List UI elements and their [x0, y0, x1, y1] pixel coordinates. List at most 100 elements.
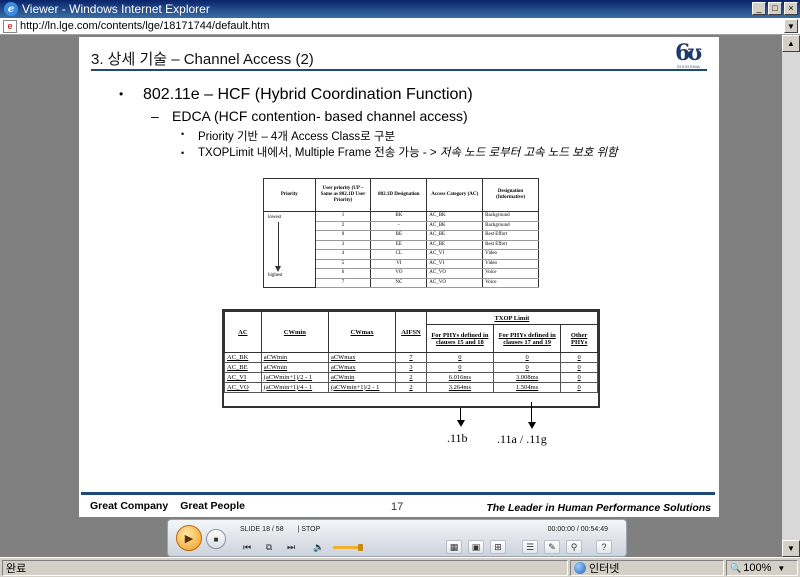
logo-mark: 6ʊ	[675, 40, 702, 66]
table-cell: Best Effort	[482, 230, 539, 241]
scroll-down-arrow-icon[interactable]: ▼	[782, 540, 800, 557]
table-header: For PHYs defined in clauses 15 and 18	[425, 324, 495, 353]
playback-time: 00:00:00 / 00:54:49	[547, 525, 608, 533]
close-button[interactable]: ×	[784, 2, 798, 15]
slide-counter: SLIDE 18 / 58	[240, 525, 284, 533]
window-titlebar: e Viewer - Windows Internet Explorer _ □…	[0, 0, 800, 18]
maximize-button[interactable]: □	[768, 2, 782, 15]
previous-icon[interactable]: ⏮	[240, 540, 254, 554]
table-cell: AC_BE	[426, 240, 484, 250]
slide-title: 3. 상세 기술 – Channel Access (2)	[91, 51, 314, 68]
player-display: SLIDE 18 / 58 | STOP 00:00:00 / 00:54:49	[236, 523, 620, 535]
zoom-control[interactable]: 🔍 100% ▼	[726, 560, 798, 576]
table-cell: aCWmin	[260, 362, 329, 373]
stop-button[interactable]: ■	[206, 529, 226, 549]
table-cell: CL	[370, 249, 428, 260]
page-number: 17	[391, 501, 404, 513]
table-cell: Best Effort	[482, 240, 539, 250]
list-icon[interactable]: ☰	[522, 540, 538, 554]
table-cell: VI	[370, 259, 428, 269]
table-header: 802.1D Designation	[370, 178, 428, 212]
table-cell: AC_VO	[426, 278, 484, 288]
table-cell: AC_BE	[224, 362, 262, 373]
table-cell: Background	[482, 221, 539, 231]
table-header: Other PHYs	[560, 324, 598, 353]
scroll-up-arrow-icon[interactable]: ▲	[782, 35, 800, 52]
presentation-slide: 3. 상세 기술 – Channel Access (2) 6ʊ SIXSIGM…	[79, 37, 719, 517]
table-cell: 6	[314, 268, 372, 279]
table-header: Access Category (AC)	[426, 178, 484, 212]
priority-arrow	[278, 222, 279, 270]
table-cell: 0	[425, 362, 495, 373]
table-cell: 6.016ms	[425, 372, 495, 383]
zoom-icon: 🔍	[730, 562, 742, 573]
annotation-11a-11g: .11a / .11g	[497, 432, 547, 446]
table-cell: aCWmax	[327, 352, 397, 363]
table-row: AC_VO (aCWmin+1)/4 - 1 (aCWmin+1)/2 - 1 2 3.…	[224, 382, 598, 393]
footer-slogan-part: Great People	[180, 500, 245, 512]
table-cell: Video	[482, 249, 539, 260]
title-divider	[91, 69, 707, 71]
zone-label: 인터넷	[589, 563, 620, 575]
table-cell: 2	[395, 372, 427, 383]
bullet-level3: • TXOPLimit 내에서, Multiple Frame 전송 가능 - …	[181, 147, 681, 160]
thumbnail-icon[interactable]: ▦	[446, 540, 462, 554]
zoom-level[interactable]: 100%	[743, 562, 771, 574]
grid-icon[interactable]: ⊞	[490, 540, 506, 554]
six-sigma-logo: 6ʊ SIXSIGMA	[675, 40, 709, 69]
table-cell: AC_VI	[426, 249, 484, 260]
bullet-text: 802.11e – HCF (Hybrid Coordination Funct…	[143, 86, 473, 103]
arrow-down-icon	[528, 422, 536, 429]
table-header: For PHYs defined in clauses 17 and 19	[492, 324, 562, 353]
table-cell: AC_BK	[224, 352, 262, 363]
address-dropdown-button[interactable]: ▼	[784, 19, 798, 33]
volume-slider[interactable]	[333, 546, 361, 549]
table-cell: 0	[560, 382, 598, 393]
table-cell: BE	[370, 230, 428, 241]
table-row: lowest highest 1 BK AC_BK Background	[263, 211, 539, 288]
bullet-level3: • Priority 기반 – 4개 Access Class로 구분	[181, 128, 395, 144]
bullet-marker: •	[181, 129, 185, 139]
bullet-text-plain: TXOPLimit 내에서, Multiple Frame 전송 가능 - >	[198, 147, 440, 159]
status-text: 완료	[2, 560, 568, 576]
url-text[interactable]: http://ln.lge.com/contents/lge/18171744/…	[20, 20, 270, 32]
volume-slider-handle[interactable]	[358, 544, 363, 551]
search-icon[interactable]: ⚲	[566, 540, 582, 554]
copy-icon[interactable]: ⧉	[262, 540, 276, 554]
arrow-down-icon	[457, 420, 465, 427]
table-cell: 0	[560, 362, 598, 373]
table-cell: 0	[560, 352, 598, 363]
footer-tagline: The Leader in Human Performance Solution…	[486, 502, 711, 514]
table-cell: 3	[314, 240, 372, 250]
bullet-marker: •	[119, 87, 124, 101]
next-icon[interactable]: ⏭	[284, 540, 298, 554]
note-icon[interactable]: ✎	[544, 540, 560, 554]
minimize-button[interactable]: _	[752, 2, 766, 15]
table-cell: 0	[492, 352, 562, 363]
volume-icon[interactable]: 🔈	[312, 540, 326, 554]
zoom-dropdown-icon[interactable]: ▼	[777, 564, 785, 573]
table-cell: AC_BE	[426, 230, 484, 241]
window-title: Viewer - Windows Internet Explorer	[22, 2, 210, 16]
table-cell: (aCWmin+1)/2 - 1	[260, 372, 329, 383]
table-cell: 0	[492, 362, 562, 373]
address-bar[interactable]: e http://ln.lge.com/contents/lge/1817174…	[0, 18, 800, 35]
table-header: Priority	[263, 178, 316, 212]
vertical-scrollbar[interactable]: ▲ ▼	[782, 35, 800, 557]
help-icon[interactable]: ?	[596, 540, 612, 554]
table-cell: NC	[370, 278, 428, 288]
outline-icon[interactable]: ▣	[468, 540, 484, 554]
table-cell: (aCWmin+1)/2 - 1	[327, 382, 397, 393]
table-cell: VO	[370, 268, 428, 279]
page-icon: e	[3, 19, 17, 33]
table-cell: AC_VO	[426, 268, 484, 279]
table-header: Designation (Informative)	[482, 178, 539, 212]
internet-explorer-icon: e	[4, 2, 18, 16]
bullet-text: TXOPLimit 내에서, Multiple Frame 전송 가능 - > …	[198, 147, 618, 160]
table-cell: aCWmax	[327, 362, 397, 373]
table-header: CWmin	[260, 311, 329, 353]
table-cell: Background	[482, 211, 539, 222]
table-cell: AC_VI	[224, 372, 262, 383]
table-cell: AC_VO	[224, 382, 262, 393]
play-button[interactable]: ▶	[176, 525, 202, 551]
